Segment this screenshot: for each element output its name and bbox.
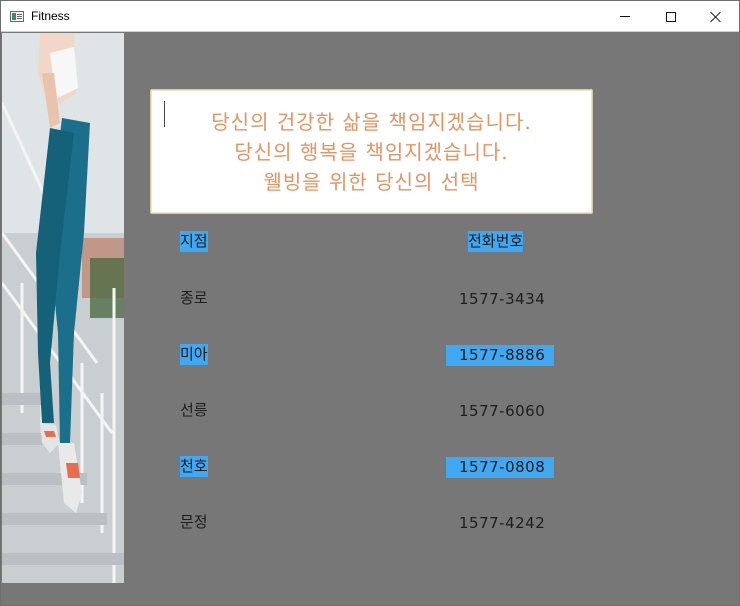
slogan-line-2: 당신의 행복을 책임지겠습니다. <box>234 139 509 164</box>
phone-cell-selected[interactable]: 1577-0808 <box>446 457 554 478</box>
maximize-button[interactable] <box>648 1 694 32</box>
text-caret <box>164 101 165 127</box>
slogan-line-3: 웰빙을 위한 당신의 선택 <box>263 169 480 194</box>
window-title: Fitness <box>31 9 70 23</box>
minimize-button[interactable] <box>602 1 648 32</box>
slogan-line-1: 당신의 건강한 삶을 책임지겠습니다. <box>211 109 532 134</box>
phone-cell[interactable]: 1577-4242 <box>459 513 545 534</box>
header-phone: 전화번호 <box>468 231 524 252</box>
slogan-text-box[interactable]: 당신의 건강한 삶을 책임지겠습니다. 당신의 행복을 책임지겠습니다. 웰빙을… <box>150 89 593 214</box>
branch-cell-selected[interactable]: 미아 <box>180 344 208 365</box>
app-window: Fitness 당신의 건강한 삶을 책임지겠습니다. 당신의 행복을 책임지겠… <box>0 0 740 606</box>
runner-illustration <box>2 33 124 583</box>
branch-cell-selected[interactable]: 천호 <box>180 456 208 477</box>
fitness-photo <box>2 33 124 583</box>
phone-cell[interactable]: 1577-3434 <box>459 289 545 310</box>
branch-cell[interactable]: 종로 <box>180 288 208 309</box>
app-icon <box>10 11 24 22</box>
branch-cell[interactable]: 선릉 <box>180 400 208 421</box>
phone-cell[interactable]: 1577-6060 <box>459 401 545 422</box>
header-branch: 지점 <box>180 231 208 252</box>
bottom-strip <box>1 583 739 605</box>
branch-cell[interactable]: 문정 <box>180 512 208 533</box>
close-button[interactable] <box>693 1 739 32</box>
title-bar[interactable]: Fitness <box>1 1 739 32</box>
close-icon <box>710 11 722 23</box>
phone-cell-selected[interactable]: 1577-8886 <box>446 345 554 366</box>
minimize-icon <box>620 16 630 17</box>
maximize-icon <box>666 11 676 22</box>
